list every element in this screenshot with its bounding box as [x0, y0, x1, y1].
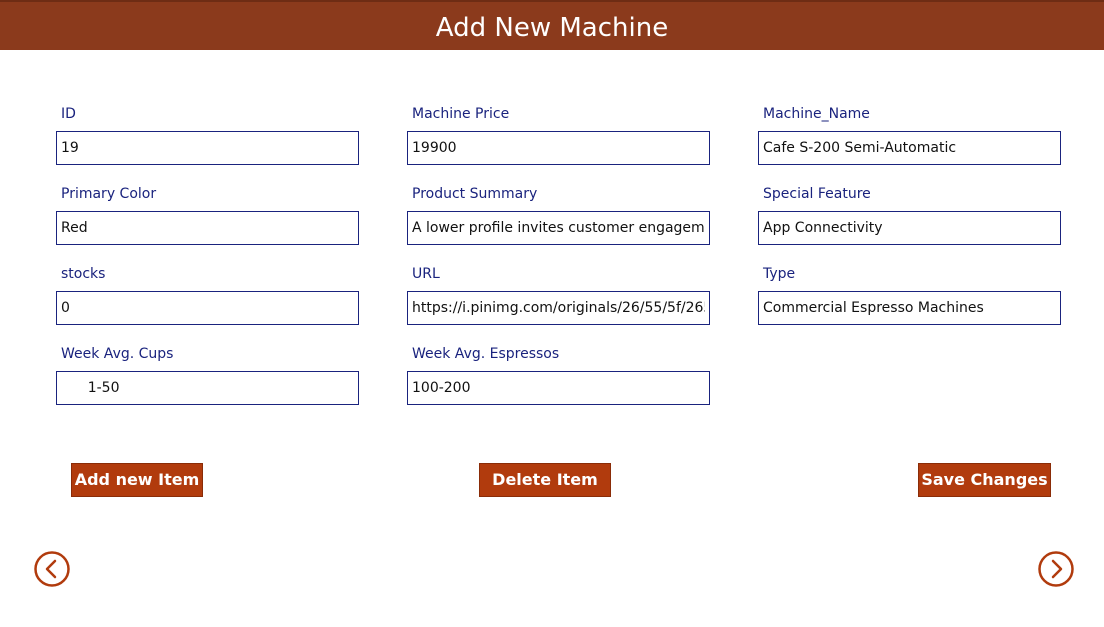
week-avg-cups-label: Week Avg. Cups [61, 346, 174, 362]
edit-form-screen: Add New Machine ID Primary Color stocks … [0, 0, 1104, 627]
type-label: Type [763, 266, 796, 282]
primary-color-label: Primary Color [61, 186, 157, 202]
week-avg-espressos-field[interactable] [407, 371, 710, 405]
machine-name-label: Machine_Name [763, 106, 870, 122]
chevron-right-circle-icon[interactable] [1038, 551, 1074, 587]
header-bar: Add New Machine [0, 0, 1104, 50]
url-field[interactable] [407, 291, 710, 325]
id-field[interactable] [56, 131, 359, 165]
machine-name-field[interactable] [758, 131, 1061, 165]
delete-item-button[interactable]: Delete Item [479, 463, 611, 497]
id-label: ID [61, 106, 76, 122]
machine-price-label: Machine Price [412, 106, 510, 122]
stocks-field[interactable] [56, 291, 359, 325]
primary-color-field[interactable] [56, 211, 359, 245]
special-feature-label: Special Feature [763, 186, 871, 202]
week-avg-cups-field[interactable] [56, 371, 359, 405]
stocks-label: stocks [61, 266, 106, 282]
machine-price-field[interactable] [407, 131, 710, 165]
special-feature-field[interactable] [758, 211, 1061, 245]
add-new-item-button[interactable]: Add new Item [71, 463, 203, 497]
save-changes-button[interactable]: Save Changes [918, 463, 1051, 497]
page-title: Add New Machine [435, 13, 669, 43]
week-avg-espressos-label: Week Avg. Espressos [412, 346, 560, 362]
type-field[interactable] [758, 291, 1061, 325]
chevron-left-circle-icon[interactable] [34, 551, 70, 587]
url-label: URL [412, 266, 440, 282]
product-summary-field[interactable] [407, 211, 710, 245]
product-summary-label: Product Summary [412, 186, 538, 202]
